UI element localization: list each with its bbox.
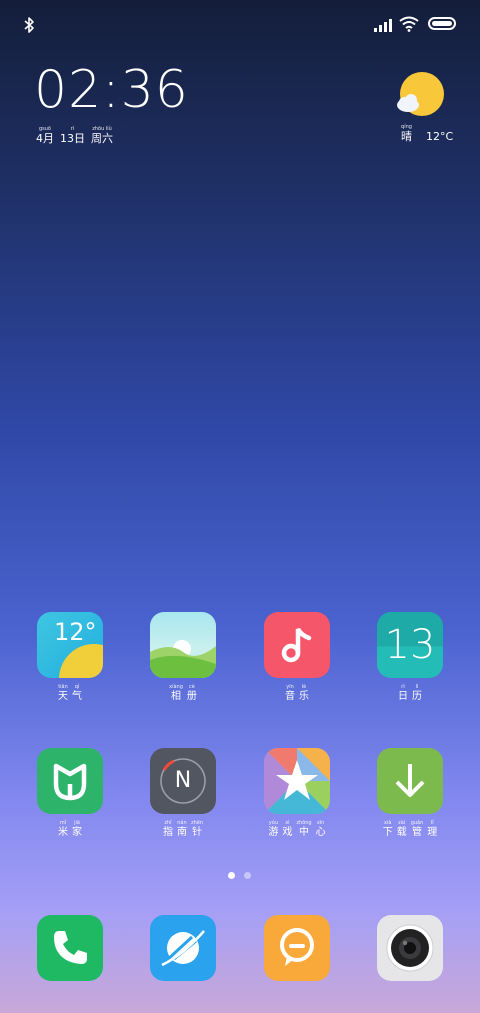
browser-icon[interactable] <box>150 915 216 981</box>
messages-icon[interactable] <box>264 915 330 981</box>
page-indicator[interactable] <box>228 872 251 879</box>
dock-browser[interactable] <box>133 915 233 981</box>
app-label: yīn 音 lè 乐 <box>285 684 309 702</box>
temperature: 12°C <box>426 130 454 143</box>
dock-phone[interactable] <box>20 915 120 981</box>
battery-icon <box>428 17 456 30</box>
app-label: xiàng 相 cè 册 <box>169 684 197 702</box>
app-calendar[interactable]: 13 rì 日 lì 历 <box>360 612 460 702</box>
app-label: yóu 游 xì 戏 zhōng 中 xīn 心 <box>268 820 326 838</box>
dock-messages[interactable] <box>247 915 347 981</box>
calendar-icon[interactable]: 13 <box>377 612 443 678</box>
camera-icon[interactable] <box>377 915 443 981</box>
app-game-center[interactable]: yóu 游 xì 戏 zhōng 中 xīn 心 <box>247 748 347 838</box>
app-weather[interactable]: 12° tiān 天 qì 气 <box>20 612 120 702</box>
app-music[interactable]: yīn 音 lè 乐 <box>247 612 347 702</box>
signal-icon <box>374 19 392 32</box>
weather-app-temp: 12° <box>54 618 97 646</box>
app-mijia[interactable]: mǐ 米 jiā 家 <box>20 748 120 838</box>
wifi-icon <box>399 16 419 32</box>
app-compass[interactable]: N zhǐ 指 nán 南 zhēn 针 <box>133 748 233 838</box>
phone-icon[interactable] <box>37 915 103 981</box>
weather-text[interactable]: qíng 晴 12°C <box>401 124 453 143</box>
page-dot-1[interactable] <box>228 872 235 879</box>
app-label: xià 下 zài 载 guǎn 管 lǐ 理 <box>382 820 438 838</box>
compass-letter: N <box>174 768 192 793</box>
app-gallery[interactable]: xiàng 相 cè 册 <box>133 612 233 702</box>
mijia-icon[interactable] <box>37 748 103 814</box>
compass-icon[interactable]: N <box>150 748 216 814</box>
calendar-day: 13 <box>384 622 436 668</box>
app-label: mǐ 米 jiā 家 <box>58 820 82 838</box>
gallery-icon[interactable] <box>150 612 216 678</box>
dock-camera[interactable] <box>360 915 460 981</box>
weather-app-icon[interactable]: 12° <box>37 612 103 678</box>
music-icon[interactable] <box>264 612 330 678</box>
download-icon[interactable] <box>377 748 443 814</box>
sun-cloud-icon[interactable] <box>394 70 446 120</box>
date-line[interactable]: gsuō 4月 rì 13日 zhōu liù 周六 <box>36 126 113 145</box>
page-dot-2[interactable] <box>244 872 251 879</box>
clock-time[interactable]: 02:36 <box>34 60 189 120</box>
game-center-icon[interactable] <box>264 748 330 814</box>
app-label: tiān 天 qì 气 <box>58 684 82 702</box>
app-downloads[interactable]: xià 下 zài 载 guǎn 管 lǐ 理 <box>360 748 460 838</box>
app-label: zhǐ 指 nán 南 zhēn 针 <box>162 820 204 838</box>
bluetooth-icon <box>24 17 34 33</box>
status-bar <box>0 0 480 50</box>
app-label: rì 日 lì 历 <box>398 684 422 702</box>
